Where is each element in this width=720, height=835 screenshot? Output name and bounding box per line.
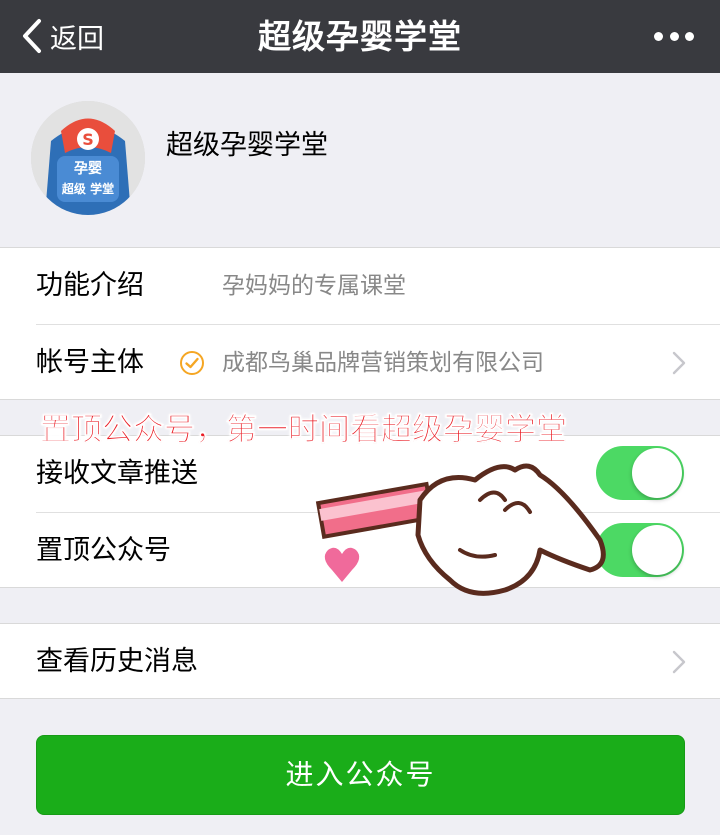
page-title: 超级孕婴学堂 <box>258 17 462 56</box>
profile-header: S 孕婴 超级 学堂 超级孕婴学堂 <box>0 73 720 246</box>
navbar: 返回 超级孕婴学堂 <box>0 0 720 73</box>
chevron-right-icon <box>672 650 686 674</box>
push-toggle[interactable] <box>596 446 684 500</box>
history-group: 查看历史消息 <box>0 623 720 699</box>
pin-label: 置顶公众号 <box>36 535 171 566</box>
chevron-left-icon <box>23 19 41 53</box>
intro-label: 功能介绍 <box>36 270 144 301</box>
owner-value: 成都鸟巢品牌营销策划有限公司 <box>222 350 544 376</box>
verified-icon <box>180 351 204 375</box>
promo-banner-text: 置顶公众号，第一时间看超级孕婴学堂 <box>40 412 568 449</box>
back-button[interactable]: 返回 <box>20 14 104 58</box>
pin-toggle[interactable] <box>596 523 684 577</box>
settings-row-pin: 置顶公众号 <box>0 513 720 589</box>
more-dots-icon[interactable] <box>654 22 694 50</box>
enter-account-button[interactable]: 进入公众号 <box>36 735 685 815</box>
intro-value: 孕妈妈的专属课堂 <box>222 273 406 299</box>
chevron-right-icon <box>672 351 686 375</box>
avatar-badge: S <box>82 130 94 149</box>
info-row-owner[interactable]: 帐号主体 成都鸟巢品牌营销策划有限公司 <box>0 325 720 401</box>
info-group: 功能介绍 孕妈妈的专属课堂 帐号主体 成都鸟巢品牌营销策划有限公司 <box>0 247 720 400</box>
history-row[interactable]: 查看历史消息 <box>0 624 720 700</box>
account-name: 超级孕婴学堂 <box>166 130 328 161</box>
settings-group: 接收文章推送 置顶公众号 <box>0 435 720 588</box>
avatar-text-top: 孕婴 <box>74 160 102 177</box>
history-label: 查看历史消息 <box>36 646 198 677</box>
avatar[interactable]: S 孕婴 超级 学堂 <box>31 101 145 215</box>
owner-label: 帐号主体 <box>36 347 144 378</box>
back-label: 返回 <box>50 23 104 55</box>
avatar-text-bottom: 超级 学堂 <box>61 181 114 196</box>
info-row-intro: 功能介绍 孕妈妈的专属课堂 <box>0 248 720 324</box>
